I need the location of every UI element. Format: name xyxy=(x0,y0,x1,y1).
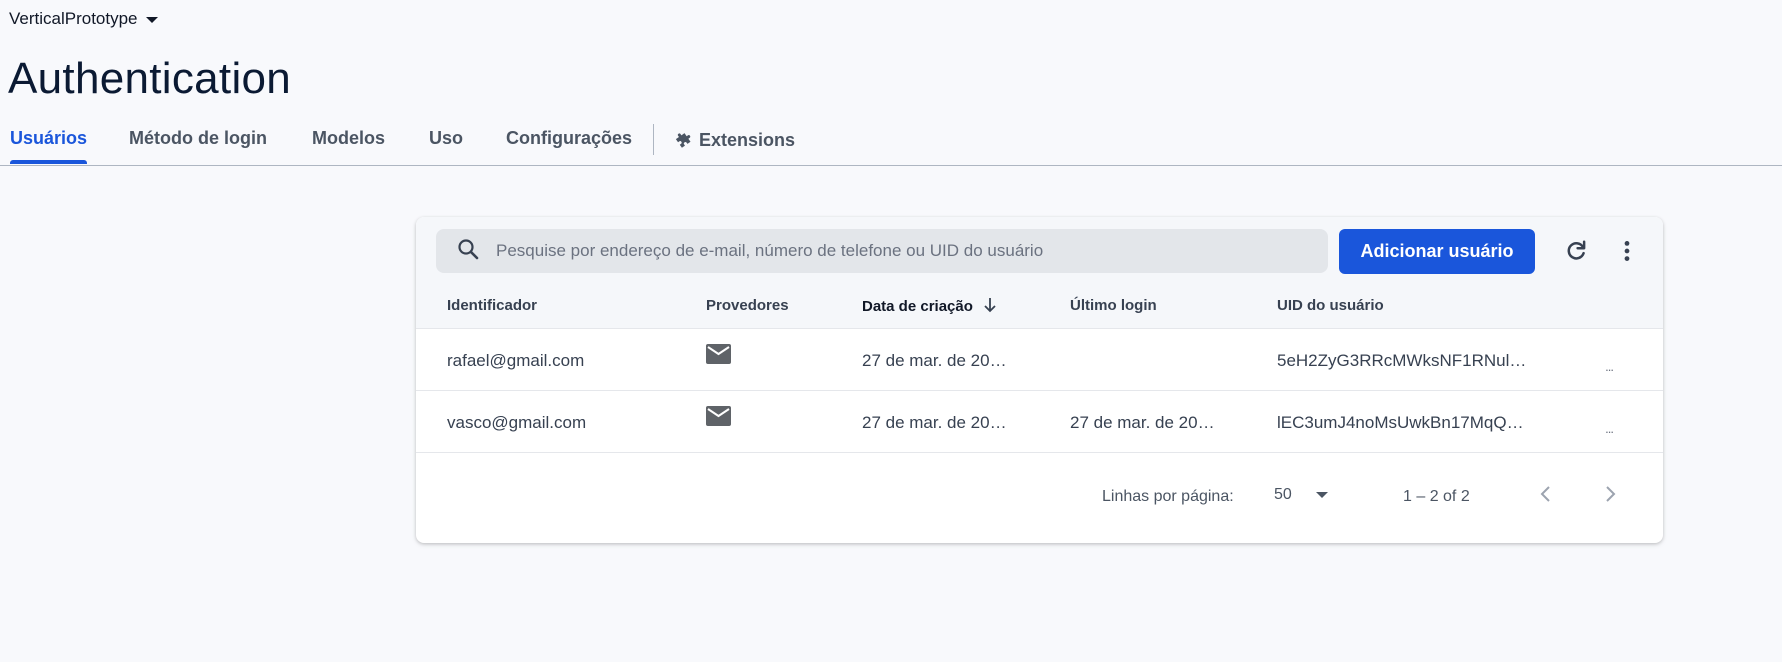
table-row[interactable]: vasco@gmail.com 27 de mar. de 20… 27 de … xyxy=(416,390,1663,453)
tab-label: Usuários xyxy=(10,128,88,148)
arrow-down-icon xyxy=(983,297,997,317)
rows-per-page-label: Linhas por página: xyxy=(1102,488,1234,505)
tab-label: Modelos xyxy=(312,128,386,148)
project-name: VerticalPrototype xyxy=(9,9,138,28)
email-icon xyxy=(706,344,731,369)
search-bar[interactable] xyxy=(436,229,1328,273)
rows-per-page-select[interactable]: 50 xyxy=(1274,486,1328,504)
tab-users[interactable]: Usuários xyxy=(10,128,88,164)
created-date: 27 de mar. de 20… xyxy=(862,351,1007,370)
search-input[interactable] xyxy=(494,240,1328,262)
tab-label: Configurações xyxy=(506,128,633,148)
tab-settings[interactable]: Configurações xyxy=(506,128,633,164)
tab-templates[interactable]: Modelos xyxy=(312,128,386,164)
users-table-card: Adicionar usuário Identificador Provedor… xyxy=(416,217,1663,543)
table-footer: Linhas por página: 50 1 – 2 of 2 xyxy=(416,452,1663,543)
user-identifier: vasco@gmail.com xyxy=(447,413,587,432)
tab-extensions[interactable]: Extensions xyxy=(675,130,795,164)
user-uid: 5eH2ZyG3RRcMWksNF1RNul… xyxy=(1277,351,1527,370)
user-identifier: rafael@gmail.com xyxy=(447,351,585,370)
tab-label: Método de login xyxy=(129,128,267,148)
user-uid: lEC3umJ4noMsUwkBn17MqQ… xyxy=(1277,413,1524,432)
search-icon xyxy=(456,237,480,266)
tab-label: Uso xyxy=(429,128,464,148)
tab-bar: Usuários Método de login Modelos Uso Con… xyxy=(0,124,1782,166)
previous-page-icon[interactable] xyxy=(1535,483,1557,510)
add-user-button[interactable]: Adicionar usuário xyxy=(1339,229,1535,274)
column-header-created[interactable]: Data de criação xyxy=(862,297,997,317)
project-selector[interactable]: VerticalPrototype xyxy=(9,9,158,29)
created-date: 27 de mar. de 20… xyxy=(862,413,1007,432)
refresh-icon[interactable] xyxy=(1563,238,1589,269)
tab-login-method[interactable]: Método de login xyxy=(129,128,267,164)
row-more-button[interactable]: ... xyxy=(1605,359,1614,374)
more-vert-icon[interactable] xyxy=(1614,238,1640,269)
chevron-down-icon xyxy=(1315,492,1328,498)
last-login: 27 de mar. de 20… xyxy=(1070,413,1215,432)
column-header-uid[interactable]: UID do usuário xyxy=(1277,297,1384,314)
tab-divider xyxy=(653,124,654,155)
email-icon xyxy=(706,406,731,431)
column-label: Data de criação xyxy=(862,298,973,315)
tab-usage[interactable]: Uso xyxy=(429,128,464,164)
rows-per-page-value: 50 xyxy=(1274,486,1292,503)
row-more-button[interactable]: ... xyxy=(1605,421,1614,436)
extensions-icon xyxy=(675,130,693,150)
chevron-down-icon xyxy=(145,17,158,23)
column-header-identifier[interactable]: Identificador xyxy=(447,297,537,314)
column-header-providers[interactable]: Provedores xyxy=(706,297,789,314)
tab-label: Extensions xyxy=(699,130,796,150)
pagination-range: 1 – 2 of 2 xyxy=(1403,488,1470,505)
next-page-icon[interactable] xyxy=(1599,483,1621,510)
column-header-last-login[interactable]: Último login xyxy=(1070,297,1157,314)
page-title: Authentication xyxy=(8,54,292,103)
table-row[interactable]: rafael@gmail.com 27 de mar. de 20… 5eH2Z… xyxy=(416,328,1663,391)
